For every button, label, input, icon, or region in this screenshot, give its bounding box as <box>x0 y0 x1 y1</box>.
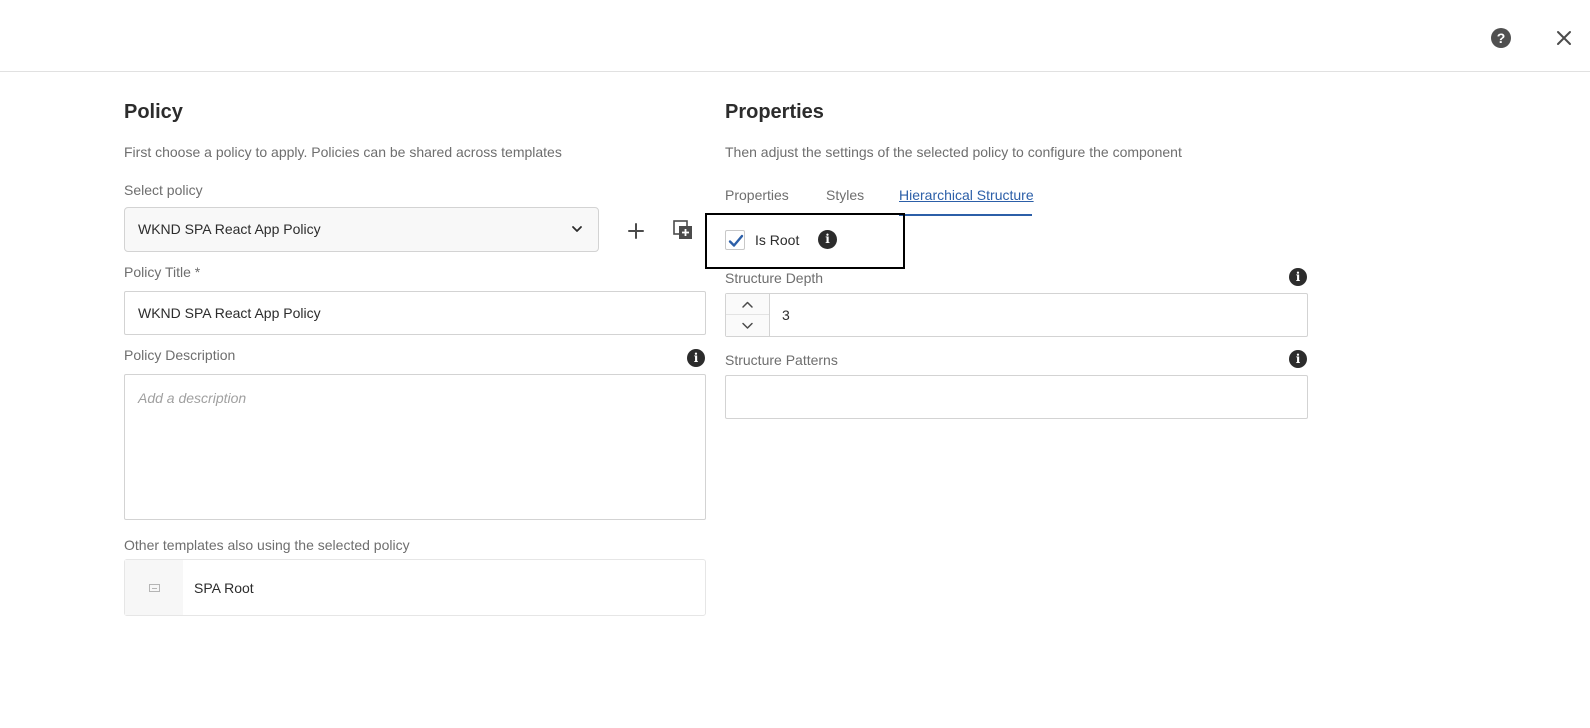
policy-title-label: Policy Title * <box>124 264 201 280</box>
dialog-header: ? <box>0 0 1590 72</box>
info-icon[interactable]: i <box>1289 268 1307 286</box>
add-policy-button[interactable] <box>627 222 645 240</box>
active-tab-indicator <box>899 214 1032 216</box>
structure-depth-stepper[interactable]: 3 <box>725 293 1308 337</box>
is-root-label: Is Root <box>755 232 800 248</box>
info-icon[interactable]: i <box>687 349 705 367</box>
policy-description-textarea[interactable]: Add a description <box>124 374 706 520</box>
stepper-decrement-button[interactable] <box>726 315 769 336</box>
properties-heading: Properties <box>725 101 824 123</box>
chevron-down-icon <box>572 226 582 232</box>
template-list-item[interactable]: SPA Root <box>124 559 706 616</box>
checkmark-icon <box>728 234 744 247</box>
info-icon[interactable]: i <box>818 230 837 249</box>
help-icon[interactable]: ? <box>1491 28 1511 48</box>
policy-title-value: WKND SPA React App Policy <box>138 305 321 321</box>
chevron-down-icon <box>742 322 753 329</box>
is-root-checkbox[interactable] <box>725 230 745 250</box>
other-templates-label: Other templates also using the selected … <box>124 537 410 553</box>
policy-heading: Policy <box>124 101 183 123</box>
policy-description-label: Policy Description <box>124 347 236 363</box>
policy-description-placeholder: Add a description <box>138 390 247 406</box>
select-policy-dropdown[interactable]: WKND SPA React App Policy <box>124 207 599 252</box>
chevron-up-icon <box>742 301 753 308</box>
duplicate-policy-button[interactable] <box>673 220 693 240</box>
template-thumbnail <box>125 560 183 615</box>
close-icon[interactable] <box>1554 28 1574 48</box>
structure-depth-value: 3 <box>782 307 790 323</box>
structure-patterns-label: Structure Patterns <box>725 352 838 368</box>
stepper-buttons <box>726 294 770 336</box>
template-icon <box>149 584 160 592</box>
tab-styles[interactable]: Styles <box>826 187 864 203</box>
info-icon[interactable]: i <box>1289 350 1307 368</box>
stepper-increment-button[interactable] <box>726 294 769 315</box>
select-policy-label: Select policy <box>124 182 203 198</box>
structure-depth-label: Structure Depth <box>725 270 824 286</box>
structure-patterns-input[interactable] <box>725 375 1308 419</box>
properties-description-text: Then adjust the settings of the selected… <box>725 144 1182 160</box>
tab-hierarchical-structure[interactable]: Hierarchical Structure <box>899 187 1034 203</box>
policy-title-input[interactable]: WKND SPA React App Policy <box>124 291 706 335</box>
policy-description-text: First choose a policy to apply. Policies… <box>124 144 562 160</box>
template-name: SPA Root <box>194 580 254 596</box>
select-policy-value: WKND SPA React App Policy <box>138 221 321 237</box>
tab-properties[interactable]: Properties <box>725 187 789 203</box>
